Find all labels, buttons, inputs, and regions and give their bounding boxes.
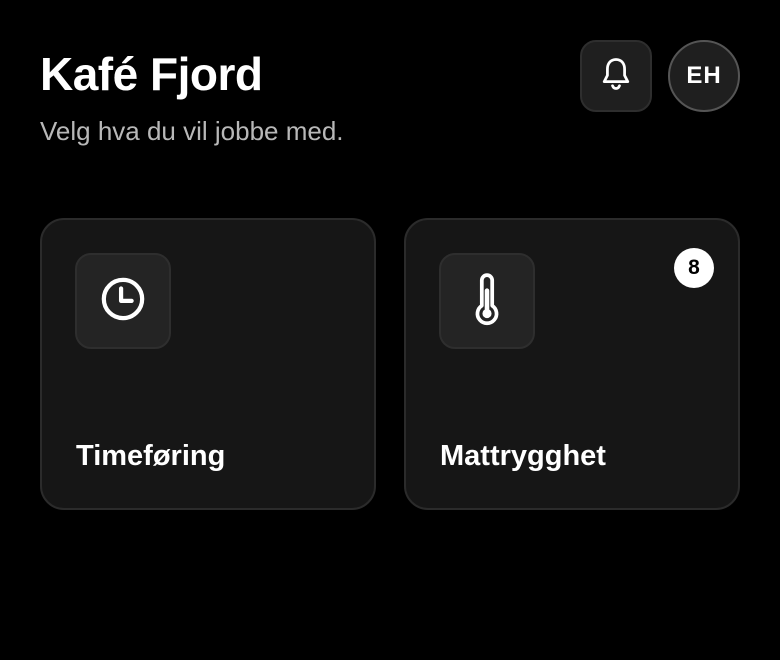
notifications-button[interactable]: [580, 40, 652, 112]
bell-icon: [599, 56, 633, 97]
card-mattrygghet[interactable]: 8 Mattrygghet: [404, 218, 740, 510]
card-label: Mattrygghet: [440, 440, 606, 472]
user-avatar[interactable]: EH: [668, 40, 740, 112]
card-timeforing[interactable]: Timeføring: [40, 218, 376, 510]
thermometer-icon: [472, 272, 502, 331]
card-icon-container: [75, 253, 171, 349]
card-icon-container: [439, 253, 535, 349]
page-subtitle: Velg hva du vil jobbe med.: [40, 116, 344, 146]
card-label: Timeføring: [76, 440, 226, 472]
app-screen: Kafé Fjord Velg hva du vil jobbe med. EH…: [0, 0, 780, 660]
notification-count-badge: 8: [674, 248, 714, 288]
clock-icon: [100, 276, 146, 327]
